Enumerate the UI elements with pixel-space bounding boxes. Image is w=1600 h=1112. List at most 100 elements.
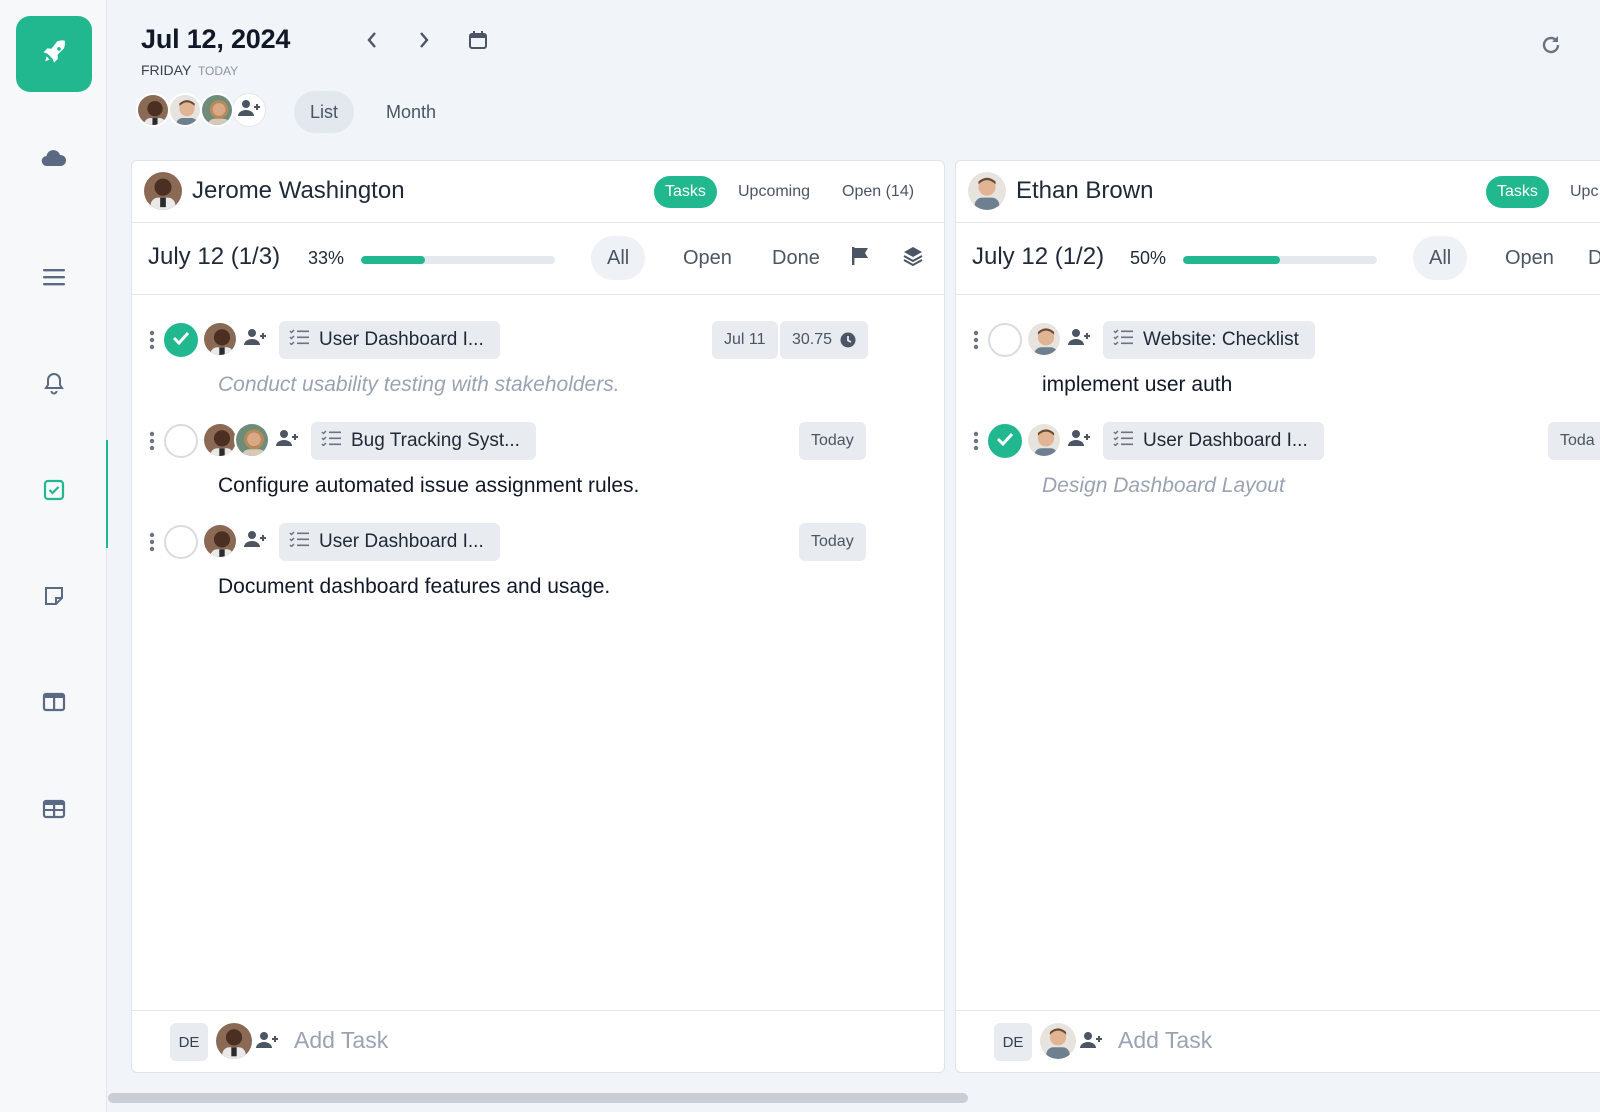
task-title[interactable]: Configure automated issue assignment rul… [218,474,639,498]
due-date-chip[interactable]: Toda [1548,422,1600,460]
project-name: Website: Checklist [1143,329,1299,350]
add-task-input[interactable]: Add Task [294,1027,388,1054]
add-assignee-button[interactable] [1064,422,1094,458]
project-chip[interactable]: User Dashboard I... [279,321,500,359]
avatar[interactable] [202,321,238,357]
prev-day-button[interactable] [356,26,388,58]
avatar[interactable] [202,422,238,458]
avatar[interactable] [136,93,170,127]
project-chip[interactable]: Bug Tracking Syst... [311,422,536,460]
nav-list[interactable] [0,249,107,309]
team-avatars [136,93,266,127]
add-assignee-button[interactable] [240,523,270,559]
nav-cloud[interactable] [0,130,107,190]
avatar[interactable] [216,1023,252,1059]
tab-list[interactable]: List [294,91,355,133]
drag-handle-icon[interactable] [973,431,979,451]
project-chip[interactable]: User Dashboard I... [279,523,500,561]
filter-all[interactable]: All [1413,236,1468,280]
avatar[interactable] [1026,422,1062,458]
filter-open[interactable]: Open [1489,236,1570,280]
layers-icon[interactable] [902,245,924,272]
tab-tasks[interactable]: Tasks [654,176,717,208]
column-toolbar: July 12 (1/3) 33% All Open Done [132,223,944,295]
avatar[interactable] [234,422,270,458]
progress-fill [361,256,426,264]
tab-month[interactable]: Month [370,91,452,133]
task-checkbox[interactable] [164,525,198,559]
checklist-icon [1113,329,1133,351]
due-date-chip[interactable]: Jul 11 [712,321,778,359]
sidebar [0,0,108,1112]
task-assignees [202,321,270,357]
app-logo[interactable] [16,16,92,92]
task-title[interactable]: Document dashboard features and usage. [218,575,610,599]
calendar-icon [468,30,488,55]
project-chip[interactable]: Website: Checklist [1103,321,1315,359]
filter-done[interactable]: D [1572,236,1600,280]
day-label: FRIDAY TODAY [141,62,238,78]
tab-upcoming[interactable]: Upc [1559,176,1600,208]
task-row: User Dashboard I... Jul 11 30.75 Conduct… [132,305,944,405]
filter-all[interactable]: All [591,236,646,280]
tab-tasks[interactable]: Tasks [1486,176,1549,208]
project-name: User Dashboard I... [319,531,484,552]
column-header: Jerome Washington Tasks Upcoming Open (1… [132,161,944,223]
progress-bar [361,256,555,264]
add-task-input[interactable]: Add Task [1118,1027,1212,1054]
avatar[interactable] [168,93,202,127]
tab-upcoming[interactable]: Upcoming [727,176,821,208]
task-checkbox[interactable] [988,424,1022,458]
tab-open[interactable]: Open (14) [831,176,925,208]
due-date-chip[interactable]: Today [799,523,866,561]
add-assignee-button[interactable] [272,422,302,458]
flag-icon[interactable] [850,245,870,272]
initials-badge[interactable]: DE [170,1023,208,1061]
project-chip[interactable]: User Dashboard I... [1103,422,1324,460]
user-plus-icon [243,328,267,351]
user-plus-icon [1067,429,1091,452]
nav-tasks[interactable] [0,440,108,548]
task-title[interactable]: Conduct usability testing with stakehold… [218,373,620,397]
add-member-button[interactable] [232,93,266,127]
refresh-button[interactable] [1540,34,1562,61]
avatar[interactable] [202,523,238,559]
task-checkbox[interactable] [164,424,198,458]
drag-handle-icon[interactable] [149,431,155,451]
drag-handle-icon[interactable] [149,532,155,552]
progress-bar [1183,256,1377,264]
filter-done[interactable]: Done [756,236,836,280]
avatar[interactable] [1040,1023,1076,1059]
avatar[interactable] [1026,321,1062,357]
note-icon [43,585,65,612]
scrollbar-thumb[interactable] [108,1093,968,1103]
task-checkbox[interactable] [164,323,198,357]
nav-notifications[interactable] [0,355,107,415]
page-title: Jul 12, 2024 [141,24,291,54]
task-title[interactable]: implement user auth [1042,373,1232,397]
initials-badge[interactable]: DE [994,1023,1032,1061]
task-row: Website: Checklist implement user auth [956,305,1600,405]
filter-open[interactable]: Open [667,236,748,280]
member-name: Ethan Brown [1016,177,1154,204]
task-checkbox[interactable] [988,323,1022,357]
avatar[interactable] [200,93,234,127]
nav-notes[interactable] [0,568,107,628]
calendar-button[interactable] [462,26,494,58]
nav-board[interactable] [0,674,107,734]
due-date-chip[interactable]: Today [799,422,866,460]
checklist-icon [289,329,309,351]
add-assignee-button[interactable] [1076,1023,1106,1061]
add-assignee-button[interactable] [240,321,270,357]
time-chip[interactable]: 30.75 [780,321,869,359]
nav-table[interactable] [0,781,107,841]
check-icon [996,432,1014,451]
next-day-button[interactable] [408,26,440,58]
drag-handle-icon[interactable] [973,330,979,350]
task-title[interactable]: Design Dashboard Layout [1042,474,1285,498]
add-assignee-button[interactable] [252,1023,282,1061]
project-name: User Dashboard I... [319,329,484,350]
drag-handle-icon[interactable] [149,330,155,350]
avatar [144,172,182,210]
add-assignee-button[interactable] [1064,321,1094,357]
